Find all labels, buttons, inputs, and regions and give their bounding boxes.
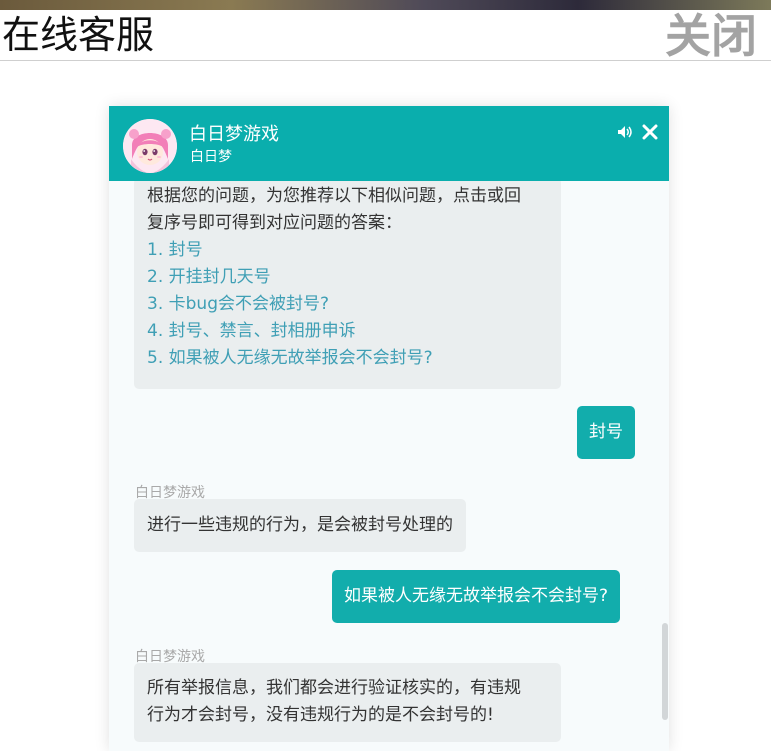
page-title: 在线客服 — [2, 13, 155, 57]
bot-message: 所有举报信息，我们都会进行验证核实的，有违规 行为才会封号，没有违规行为的是不会… — [134, 663, 561, 742]
bot-message-line-1: 所有举报信息，我们都会进行验证核实的，有违规 — [147, 678, 521, 698]
top-banner-strip — [0, 0, 771, 10]
close-icon[interactable] — [641, 123, 659, 141]
agent-avatar — [123, 119, 177, 173]
close-page-button[interactable]: 关闭 — [665, 10, 757, 62]
suggestion-link-1[interactable]: 1. 封号 — [147, 237, 548, 264]
bot-suggestions-message: 根据您的问题，为您推荐以下相似问题，点击或回 复序号即可得到对应问题的答案： 1… — [134, 181, 561, 389]
chat-message-list[interactable]: 根据您的问题，为您推荐以下相似问题，点击或回 复序号即可得到对应问题的答案： 1… — [109, 181, 669, 751]
user-message: 如果被人无缘无故举报会不会封号? — [332, 570, 621, 623]
suggestion-link-4[interactable]: 4. 封号、禁言、封相册申诉 — [147, 318, 548, 345]
anime-girl-avatar-icon — [123, 119, 177, 173]
page-header: 在线客服 关闭 — [0, 10, 771, 62]
agent-name: 白日梦游戏 — [189, 124, 279, 145]
chat-header: 白日梦游戏 白日梦 — [109, 106, 669, 181]
suggestions-intro-line-1: 根据您的问题，为您推荐以下相似问题，点击或回 — [147, 186, 521, 206]
bot-message-line-2: 行为才会封号，没有违规行为的是不会封号的! — [147, 705, 494, 725]
suggestion-link-2[interactable]: 2. 开挂封几天号 — [147, 264, 548, 291]
sound-icon[interactable] — [617, 124, 633, 140]
user-message: 封号 — [577, 406, 635, 459]
chat-scrollbar[interactable] — [662, 623, 668, 720]
bot-message: 进行一些违规的行为，是会被封号处理的 — [134, 499, 466, 552]
agent-subtitle: 白日梦 — [190, 149, 232, 165]
suggestion-link-3[interactable]: 3. 卡bug会不会被封号? — [147, 291, 548, 318]
suggestions-intro-line-2: 复序号即可得到对应问题的答案： — [147, 213, 402, 233]
suggestion-link-5[interactable]: 5. 如果被人无缘无故举报会不会封号? — [147, 345, 548, 372]
chat-window: 白日梦游戏 白日梦 根据您的问题，为您推荐以下相似问题，点击或回 复序号即可得到… — [109, 106, 669, 751]
